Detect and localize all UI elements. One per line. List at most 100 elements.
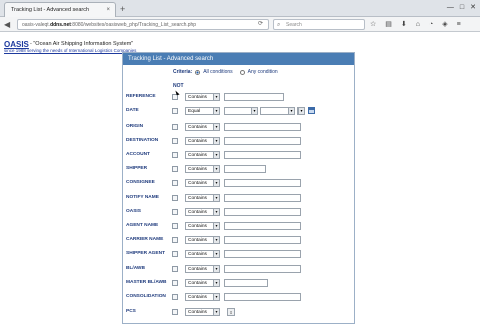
advanced-search-panel: Tracking List - Advanced search Criteria…: [122, 52, 355, 324]
operator-select[interactable]: Contains ▾: [185, 208, 220, 216]
operator-select[interactable]: Contains ▾: [185, 250, 220, 258]
window-controls: — □ ✕: [447, 2, 476, 14]
not-checkbox[interactable]: [172, 266, 178, 272]
since-link[interactable]: since 1988 serving the needs of Internat…: [4, 48, 136, 53]
chevron-down-icon: ▾: [213, 138, 219, 144]
search-input[interactable]: ⌕ Search: [273, 19, 365, 30]
all-conditions-radio[interactable]: [195, 69, 201, 75]
operator-select[interactable]: Contains ▾: [185, 222, 220, 230]
pocket-icon[interactable]: ◔: [429, 19, 433, 30]
any-condition-radio[interactable]: [239, 69, 245, 75]
tab-title: Tracking List - Advanced search: [11, 7, 90, 13]
value-input[interactable]: [224, 179, 301, 187]
search-icon: ⌕: [277, 22, 281, 28]
calendar-icon[interactable]: [308, 107, 315, 114]
not-checkbox[interactable]: [172, 294, 178, 300]
not-checkbox[interactable]: [172, 180, 178, 186]
value-input[interactable]: [224, 194, 301, 202]
maximize-icon[interactable]: □: [460, 2, 464, 14]
value-input[interactable]: [224, 222, 301, 230]
operator-select[interactable]: Contains ▾: [185, 308, 220, 316]
field-row-shipper-agent: SHIPPER AGENT Contains ▾: [123, 250, 356, 259]
operator-select[interactable]: Contains ▾: [185, 165, 220, 173]
close-window-icon[interactable]: ✕: [470, 2, 476, 14]
back-icon[interactable]: ◀: [4, 19, 10, 30]
url-suffix: :8080/websites/oasisweb_php/Tracking_Lis…: [70, 22, 197, 28]
chevron-down-icon: ▾: [213, 294, 219, 300]
chevron-down-icon: ▾: [213, 152, 219, 158]
value-input[interactable]: [224, 93, 284, 101]
date-month-select[interactable]: ▾: [260, 107, 295, 115]
value-input[interactable]: [224, 293, 301, 301]
field-row-oasis: OASIS Contains ▾: [123, 208, 356, 217]
tab-close-icon[interactable]: ×: [106, 3, 110, 17]
not-checkbox[interactable]: [172, 124, 178, 130]
download-icon[interactable]: ⬇: [401, 19, 407, 30]
operator-select[interactable]: Contains ▾: [185, 93, 220, 101]
url-domain: ddns.net: [50, 22, 71, 28]
operator-select[interactable]: Contains ▾: [185, 123, 220, 131]
field-label: CONSOLIDATION: [126, 294, 166, 299]
operator-value: Contains: [188, 196, 207, 201]
not-checkbox[interactable]: [172, 209, 178, 215]
chevron-down-icon: ▾: [213, 124, 219, 130]
not-checkbox[interactable]: [172, 152, 178, 158]
operator-select[interactable]: Contains ▾: [185, 236, 220, 244]
value-input[interactable]: [224, 137, 301, 145]
shield-icon[interactable]: ◈: [442, 19, 447, 30]
chevron-down-icon: ▾: [213, 309, 219, 315]
value-input[interactable]: [224, 236, 301, 244]
operator-select[interactable]: Contains ▾: [185, 194, 220, 202]
value-input[interactable]: [224, 165, 266, 173]
operator-select[interactable]: Contains ▾: [185, 265, 220, 273]
value-input[interactable]: [224, 279, 268, 287]
menu-icon[interactable]: ≡: [457, 19, 461, 30]
field-label: PCS: [126, 309, 136, 314]
field-label: CONSIGNEE: [126, 180, 155, 185]
star-icon[interactable]: ☆: [370, 19, 376, 30]
minimize-icon[interactable]: —: [447, 2, 454, 14]
home-icon[interactable]: ⌂: [416, 19, 420, 30]
operator-select[interactable]: Contains ▾: [185, 151, 220, 159]
operator-value: Equal: [188, 109, 201, 114]
url-prefix: oasis-valeqt.: [22, 22, 51, 28]
date-day-select[interactable]: ▾: [224, 107, 258, 115]
not-checkbox[interactable]: [172, 280, 178, 286]
operator-select[interactable]: Contains ▾: [185, 279, 220, 287]
url-bar[interactable]: oasis-valeqt.ddns.net:8080/websites/oasi…: [17, 19, 269, 30]
not-checkbox[interactable]: [172, 195, 178, 201]
field-row-notify-name: NOTIFY NAME Contains ▾: [123, 194, 356, 203]
pcs-stepper[interactable]: ⇕: [227, 308, 235, 316]
reader-icon[interactable]: ▤: [385, 19, 392, 30]
not-checkbox[interactable]: [172, 223, 178, 229]
chevron-down-icon: ▾: [213, 94, 219, 100]
any-condition-label: Any condition: [247, 69, 278, 75]
browser-tab[interactable]: Tracking List - Advanced search ×: [4, 2, 116, 17]
value-input[interactable]: [224, 208, 301, 216]
field-label: ACCOUNT: [126, 152, 150, 157]
operator-select[interactable]: Contains ▾: [185, 137, 220, 145]
operator-select[interactable]: Equal ▾: [185, 107, 220, 115]
value-input[interactable]: [224, 151, 301, 159]
field-row-master-bl-awb: MASTER BL/AWB Contains ▾: [123, 279, 356, 288]
not-checkbox[interactable]: [172, 309, 178, 315]
not-checkbox[interactable]: [172, 251, 178, 257]
value-input[interactable]: [224, 123, 301, 131]
not-checkbox[interactable]: [172, 108, 178, 114]
all-conditions-label: All conditions: [203, 69, 233, 75]
criteria-row: Criteria: All conditions Any condition: [173, 69, 278, 75]
operator-select[interactable]: Contains ▾: [185, 179, 220, 187]
not-checkbox[interactable]: [172, 166, 178, 172]
value-input[interactable]: [224, 250, 301, 258]
panel-title: Tracking List - Advanced search: [123, 53, 354, 65]
new-tab-button[interactable]: +: [120, 3, 125, 15]
not-checkbox[interactable]: [172, 237, 178, 243]
value-input[interactable]: [224, 265, 301, 273]
date-year-select[interactable]: ▾: [297, 107, 305, 115]
not-header: NOT: [173, 83, 184, 89]
chevron-down-icon: ▾: [213, 266, 219, 272]
not-checkbox[interactable]: [172, 138, 178, 144]
operator-value: Contains: [188, 310, 207, 315]
reload-icon[interactable]: ⟳: [258, 20, 263, 29]
operator-select[interactable]: Contains ▾: [185, 293, 220, 301]
